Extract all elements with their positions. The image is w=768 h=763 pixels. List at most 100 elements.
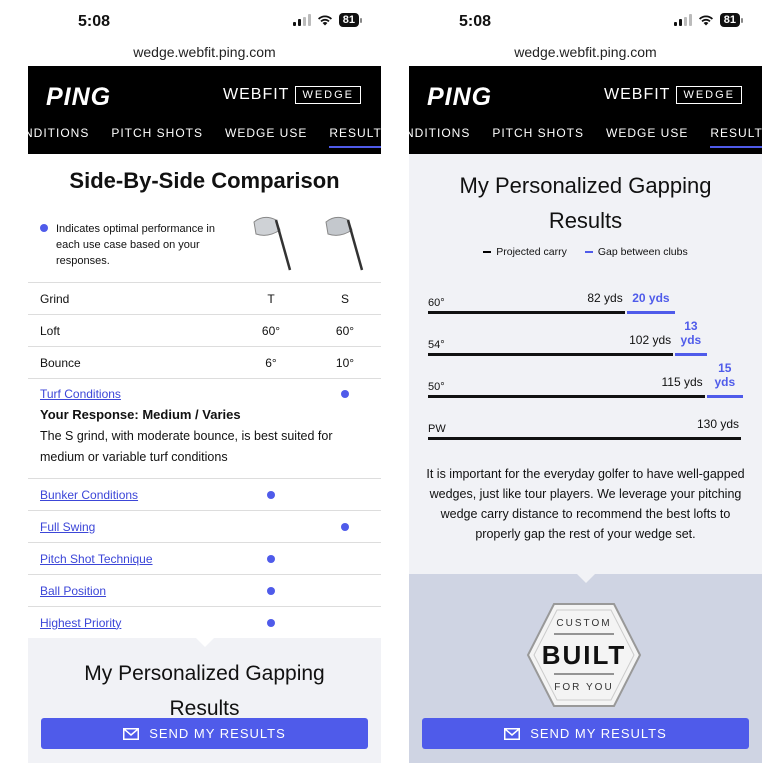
- ping-logo[interactable]: PING: [427, 83, 492, 112]
- tab-conditions[interactable]: NDITIONS: [409, 126, 470, 148]
- optimal-dot-icon: [267, 618, 275, 627]
- nav-tabs: NDITIONS PITCH SHOTS WEDGE USE RESULTS: [28, 126, 381, 148]
- spec-row-grind: Grind T S: [28, 282, 381, 314]
- gapping-chart: 60° 82 yds 20 yds 54° 102 yds 13 yds 50° 115 yd…: [409, 272, 762, 440]
- use-case-row: Bunker Conditions: [28, 478, 381, 510]
- full-swing-link[interactable]: Full Swing: [40, 520, 95, 534]
- gap-bar-row: PW 130 yds: [428, 398, 743, 440]
- webfit-label: WEBFIT: [223, 86, 290, 103]
- legend-carry: Projected carry: [483, 246, 567, 258]
- use-case-row: Highest Priority: [28, 606, 381, 638]
- send-results-button[interactable]: SEND MY RESULTS: [422, 718, 749, 749]
- webfit-brand: WEBFIT WEDGE: [223, 86, 361, 104]
- status-icons: 81: [673, 13, 744, 27]
- your-response: Your Response: Medium / Varies: [40, 407, 241, 422]
- gap-bar-row: 54° 102 yds 13 yds: [428, 314, 743, 356]
- gap-bar-row: 60° 82 yds 20 yds: [428, 272, 743, 314]
- send-results-label: SEND MY RESULTS: [530, 726, 667, 741]
- gap-label: 20 yds: [632, 291, 670, 305]
- gap-bar-row: 50° 115 yds 15 yds: [428, 356, 743, 398]
- club-label: 50°: [428, 381, 445, 393]
- gapping-legend: Projected carry Gap between clubs: [409, 238, 762, 272]
- tab-pitch-shots[interactable]: PITCH SHOTS: [111, 126, 203, 148]
- wedge-badge: WEDGE: [676, 86, 742, 104]
- carry-label: 82 yds: [587, 291, 623, 305]
- use-case-row: Pitch Shot Technique: [28, 542, 381, 574]
- carry-label: 102 yds: [629, 333, 672, 347]
- nav-tabs: NDITIONS PITCH SHOTS WEDGE USE RESULTS: [409, 126, 762, 148]
- bunker-conditions-link[interactable]: Bunker Conditions: [40, 488, 138, 502]
- svg-text:FOR YOU: FOR YOU: [554, 682, 613, 693]
- gapping-title: My Personalized Gapping: [84, 662, 325, 685]
- optimal-dot-icon: [267, 554, 275, 563]
- ball-position-link[interactable]: Ball Position: [40, 584, 106, 598]
- turf-conditions-link[interactable]: Turf Conditions: [40, 387, 247, 401]
- tab-results[interactable]: RESULTS: [710, 126, 762, 148]
- ping-logo[interactable]: PING: [46, 83, 111, 112]
- battery-icon: 81: [719, 13, 744, 27]
- optimal-dot-icon: [267, 490, 275, 499]
- status-time: 5:08: [78, 13, 111, 30]
- status-icons: 81: [292, 13, 363, 27]
- tab-wedge-use[interactable]: WEDGE USE: [225, 126, 307, 148]
- status-bar: 5:08 81: [28, 0, 381, 44]
- spec-row-loft: Loft 60° 60°: [28, 314, 381, 346]
- tab-results[interactable]: RESULTS: [329, 126, 381, 148]
- gapping-title: My Personalized Gapping: [459, 173, 712, 198]
- wedge-s-grind-image: [325, 216, 364, 271]
- site-header: PING WEBFIT WEDGE NDITIONS PITCH SHOTS W…: [409, 66, 762, 154]
- optimal-dot-icon: [341, 390, 349, 398]
- signal-icon: [673, 14, 692, 26]
- spec-label: Grind: [40, 291, 70, 306]
- url-bar[interactable]: wedge.webfit.ping.com: [409, 44, 762, 66]
- webfit-brand: WEBFIT WEDGE: [604, 86, 742, 104]
- comparison-legend: Indicates optimal performance in each us…: [28, 204, 381, 282]
- phone-right: 5:08 81 wedge.webfit.ping.com PING WEBFI…: [409, 0, 762, 763]
- svg-text:BUILT: BUILT: [542, 640, 627, 670]
- url-bar[interactable]: wedge.webfit.ping.com: [28, 44, 381, 66]
- wifi-icon: [698, 15, 713, 26]
- tab-pitch-shots[interactable]: PITCH SHOTS: [492, 126, 584, 148]
- optimal-dot-icon: [341, 522, 349, 531]
- spec-s-value: 10°: [335, 355, 355, 370]
- tab-wedge-use[interactable]: WEDGE USE: [606, 126, 688, 148]
- club-label: 54°: [428, 339, 445, 351]
- gapping-explanation: It is important for the everyday golfer …: [426, 467, 745, 541]
- tab-conditions[interactable]: NDITIONS: [28, 126, 89, 148]
- phone-left: 5:08 81 wedge.webfit.ping.com PING WEBFI…: [28, 0, 381, 763]
- optimal-dot-icon: [267, 586, 275, 595]
- highest-priority-link[interactable]: Highest Priority: [40, 616, 121, 630]
- spec-label: Bounce: [40, 355, 81, 370]
- carry-bar: [428, 437, 741, 440]
- spec-s-value: 60°: [335, 323, 355, 338]
- spec-row-bounce: Bounce 6° 10°: [28, 346, 381, 378]
- legend-note: Indicates optimal performance in each us…: [40, 221, 225, 269]
- mail-icon: [504, 727, 521, 740]
- legend-gap: Gap between clubs: [584, 246, 688, 258]
- optimal-dot-icon: [40, 224, 48, 232]
- gapping-section: My Personalized Gapping Results Projecte…: [409, 154, 762, 574]
- wifi-icon: [317, 15, 332, 26]
- send-results-button[interactable]: SEND MY RESULTS: [41, 718, 368, 749]
- spec-t-value: 6°: [265, 355, 277, 370]
- use-case-row: Full Swing: [28, 510, 381, 542]
- spec-t-value: T: [267, 291, 275, 306]
- webfit-label: WEBFIT: [604, 86, 671, 103]
- spec-s-value: S: [340, 291, 349, 306]
- club-label: 60°: [428, 297, 445, 309]
- pitch-shot-technique-link[interactable]: Pitch Shot Technique: [40, 552, 153, 566]
- mail-icon: [123, 727, 140, 740]
- battery-icon: 81: [338, 13, 363, 27]
- use-case-row: Ball Position: [28, 574, 381, 606]
- carry-label: 130 yds: [696, 417, 739, 431]
- gap-label: 13 yds: [680, 319, 702, 347]
- custom-built-badge-icon: CUSTOM BUILT FOR YOU: [526, 603, 642, 707]
- use-case-turf-conditions: Turf Conditions Your Response: Medium / …: [28, 378, 381, 478]
- club-label: PW: [428, 423, 446, 435]
- spec-label: Loft: [40, 323, 61, 338]
- gapping-title-line2: Results: [548, 208, 623, 233]
- status-bar: 5:08 81: [409, 0, 762, 44]
- wedge-badge: WEDGE: [295, 86, 361, 104]
- svg-text:CUSTOM: CUSTOM: [556, 618, 611, 629]
- status-time: 5:08: [459, 13, 492, 30]
